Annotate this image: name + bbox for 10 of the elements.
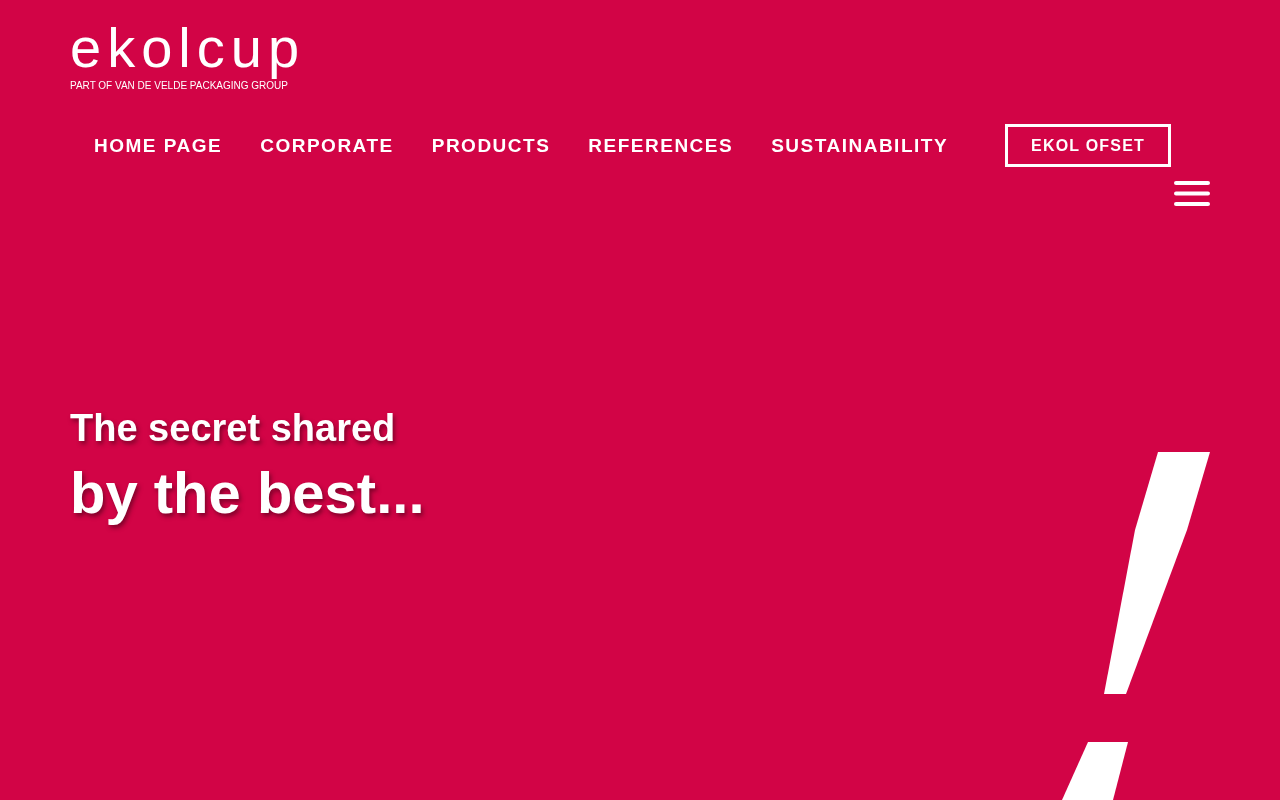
nav-link[interactable]: CORPORATE bbox=[260, 133, 394, 158]
menu-icon[interactable] bbox=[1174, 181, 1210, 206]
hero-title: by the best... bbox=[70, 459, 425, 527]
nav-link[interactable]: HOME PAGE bbox=[94, 133, 223, 158]
nav-link[interactable]: PRODUCTS bbox=[431, 133, 551, 158]
hero-subtitle: The secret shared bbox=[70, 406, 396, 451]
nav-link[interactable]: REFERENCES bbox=[588, 133, 734, 158]
logo-tagline: PART OF VAN DE VELDE PACKAGING GROUP bbox=[70, 80, 288, 92]
nav-link[interactable]: SUSTAINABILITY bbox=[771, 133, 949, 158]
ekol-ofset-button[interactable]: EKOL OFSET bbox=[1005, 124, 1172, 167]
